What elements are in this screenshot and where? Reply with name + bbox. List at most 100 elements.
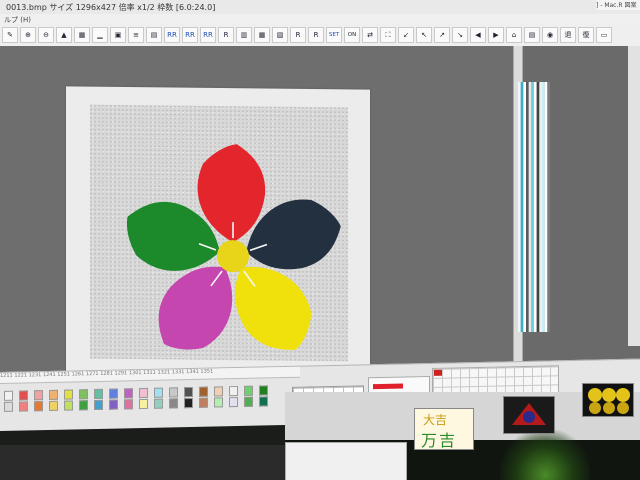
palette-swatch[interactable] — [94, 399, 103, 411]
palette-swatch[interactable] — [169, 387, 178, 398]
palette-swatch[interactable] — [199, 397, 208, 408]
zoom-in-button[interactable]: ⊕ — [20, 27, 36, 43]
rr-button-3[interactable]: RR — [200, 27, 216, 43]
palette-swatch[interactable] — [169, 398, 178, 409]
palette-swatch[interactable] — [34, 401, 43, 412]
grid-button[interactable]: ▦ — [74, 27, 90, 43]
thumb-top-text: 大吉 — [423, 413, 448, 427]
home-button[interactable]: ⌂ — [506, 27, 522, 43]
stitch-area[interactable] — [90, 104, 348, 362]
palette-swatch[interactable] — [259, 396, 268, 407]
palette-swatch[interactable] — [244, 396, 253, 407]
stripe — [526, 82, 529, 332]
palette-swatch[interactable] — [109, 399, 118, 410]
palette-swatch[interactable] — [109, 388, 118, 399]
palette-swatch[interactable] — [229, 386, 238, 397]
list-button[interactable]: ▤ — [524, 27, 540, 43]
color-wheel-button[interactable]: ◉ — [542, 27, 558, 43]
r-button-2[interactable]: R — [290, 27, 306, 43]
layer-button[interactable]: ▣ — [110, 27, 126, 43]
undo-button[interactable]: 退 — [560, 27, 576, 43]
arrow-button-3[interactable]: ↗ — [434, 27, 450, 43]
thumbnail-daikichi[interactable]: 大吉 万吉 — [414, 408, 474, 450]
vertical-scrollbar[interactable] — [628, 46, 640, 346]
stripe — [534, 82, 537, 332]
palette-swatch[interactable] — [139, 387, 148, 399]
palette-swatch[interactable] — [124, 388, 133, 399]
palette-swatch[interactable] — [184, 386, 193, 398]
stripe-preview — [518, 82, 550, 332]
palette-swatch[interactable] — [214, 386, 223, 397]
palette-swatch[interactable] — [4, 390, 13, 401]
r-button-3[interactable]: R — [308, 27, 324, 43]
palette-swatch[interactable] — [79, 400, 88, 411]
pattern-button-1[interactable]: ▥ — [236, 27, 252, 43]
status-area — [0, 445, 290, 480]
side-window-title: ] - Mac.R 図案 — [596, 0, 640, 10]
stripe — [518, 82, 521, 332]
thumbnail-coins[interactable] — [582, 383, 634, 417]
palette-swatch[interactable] — [64, 389, 73, 400]
palette-swatch[interactable] — [19, 401, 28, 412]
palette-swatch[interactable] — [259, 385, 268, 396]
stripe — [536, 82, 540, 332]
on-off-toggle[interactable]: ON OFF — [344, 27, 360, 43]
selected-color-marker — [434, 369, 442, 376]
stripe — [542, 82, 545, 332]
pattern-button-2[interactable]: ▦ — [254, 27, 270, 43]
binoculars-button[interactable]: ⛶ — [380, 27, 396, 43]
green-glow — [500, 430, 590, 480]
edit-tool-button[interactable]: ✎ — [2, 27, 18, 43]
redo-button[interactable]: 復 — [578, 27, 594, 43]
swap-button[interactable]: ⇄ — [362, 27, 378, 43]
toolbar: ✎⊕⊖▲▦▁▣≡▤RRRRRRR▥▦▧RRSETON OFF⇄⛶↙↖↗↘◀▶⌂▤… — [0, 24, 640, 47]
rr-button-2[interactable]: RR — [182, 27, 198, 43]
stripe — [544, 82, 548, 332]
palette-swatch[interactable] — [124, 399, 133, 410]
screen: 0013.bmp サイズ 1296x427 倍率 x1/2 枠数 [6.0:24… — [0, 0, 640, 480]
stripe — [520, 82, 524, 332]
red-pattern-image — [512, 403, 546, 425]
palette-button[interactable]: ▤ — [146, 27, 162, 43]
palette-swatch[interactable] — [49, 389, 58, 400]
arrow-button-1[interactable]: ↙ — [398, 27, 414, 43]
thumbnail-red-pattern[interactable] — [503, 396, 555, 434]
arrow-button-2[interactable]: ↖ — [416, 27, 432, 43]
stripe — [547, 82, 550, 332]
prev-button[interactable]: ◀ — [470, 27, 486, 43]
color-table-button[interactable]: ≡ — [128, 27, 144, 43]
palette-swatch[interactable] — [64, 400, 73, 411]
window-title: 0013.bmp サイズ 1296x427 倍率 x1/2 枠数 [6.0:24… — [6, 3, 216, 12]
palette-swatch[interactable] — [184, 397, 193, 409]
palette-swatch[interactable] — [79, 389, 88, 400]
palette-swatch[interactable] — [49, 400, 58, 411]
pattern-button-3[interactable]: ▧ — [272, 27, 288, 43]
palette-swatch[interactable] — [19, 390, 28, 401]
thumb-bottom-text: 万吉 — [421, 431, 458, 450]
arrow-button-4[interactable]: ↘ — [452, 27, 468, 43]
design-canvas[interactable] — [66, 86, 370, 382]
set-button[interactable]: SET — [326, 27, 342, 43]
bottom-dialog — [285, 442, 407, 480]
palette-swatch[interactable] — [229, 397, 238, 408]
palette-swatch[interactable] — [199, 386, 208, 397]
palette-swatch[interactable] — [244, 385, 253, 396]
palette-swatch[interactable] — [94, 388, 103, 400]
baseline-button[interactable]: ▁ — [92, 27, 108, 43]
r-button-1[interactable]: R — [218, 27, 234, 43]
next-button[interactable]: ▶ — [488, 27, 504, 43]
stripe — [539, 82, 542, 332]
window-button[interactable]: ▭ — [596, 27, 612, 43]
palette-swatch[interactable] — [139, 398, 148, 410]
stripe — [531, 82, 534, 332]
zoom-out-button[interactable]: ⊖ — [38, 27, 54, 43]
palette-swatch[interactable] — [4, 401, 13, 412]
palette-swatch[interactable] — [214, 397, 223, 408]
flower-design — [126, 144, 341, 350]
palette-swatch[interactable] — [154, 398, 163, 409]
palette-swatch[interactable] — [34, 390, 43, 401]
stripe — [528, 82, 532, 332]
fit-button[interactable]: ▲ — [56, 27, 72, 43]
rr-button-1[interactable]: RR — [164, 27, 180, 43]
palette-swatch[interactable] — [154, 387, 163, 398]
